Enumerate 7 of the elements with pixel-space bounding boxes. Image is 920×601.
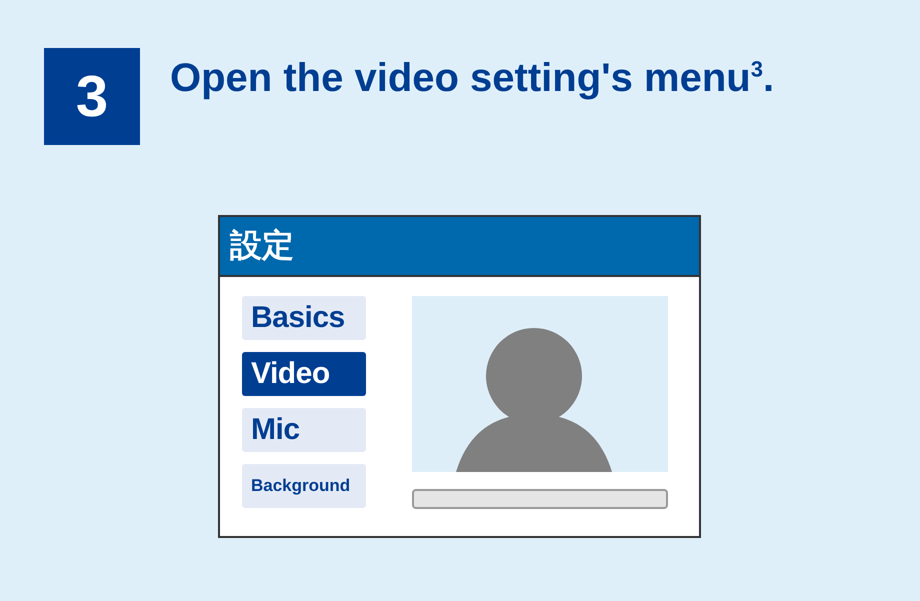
menu-item[interactable]: Basics (242, 296, 366, 340)
step-number: 3 (44, 48, 140, 145)
menu-item[interactable]: Mic (242, 408, 366, 452)
menu-item[interactable]: Video (242, 352, 366, 396)
step-title: Open the video setting's menu$^{3}$. (170, 55, 774, 102)
menu-item[interactable]: Background (242, 464, 366, 508)
window-title: 設定 (230, 225, 294, 266)
